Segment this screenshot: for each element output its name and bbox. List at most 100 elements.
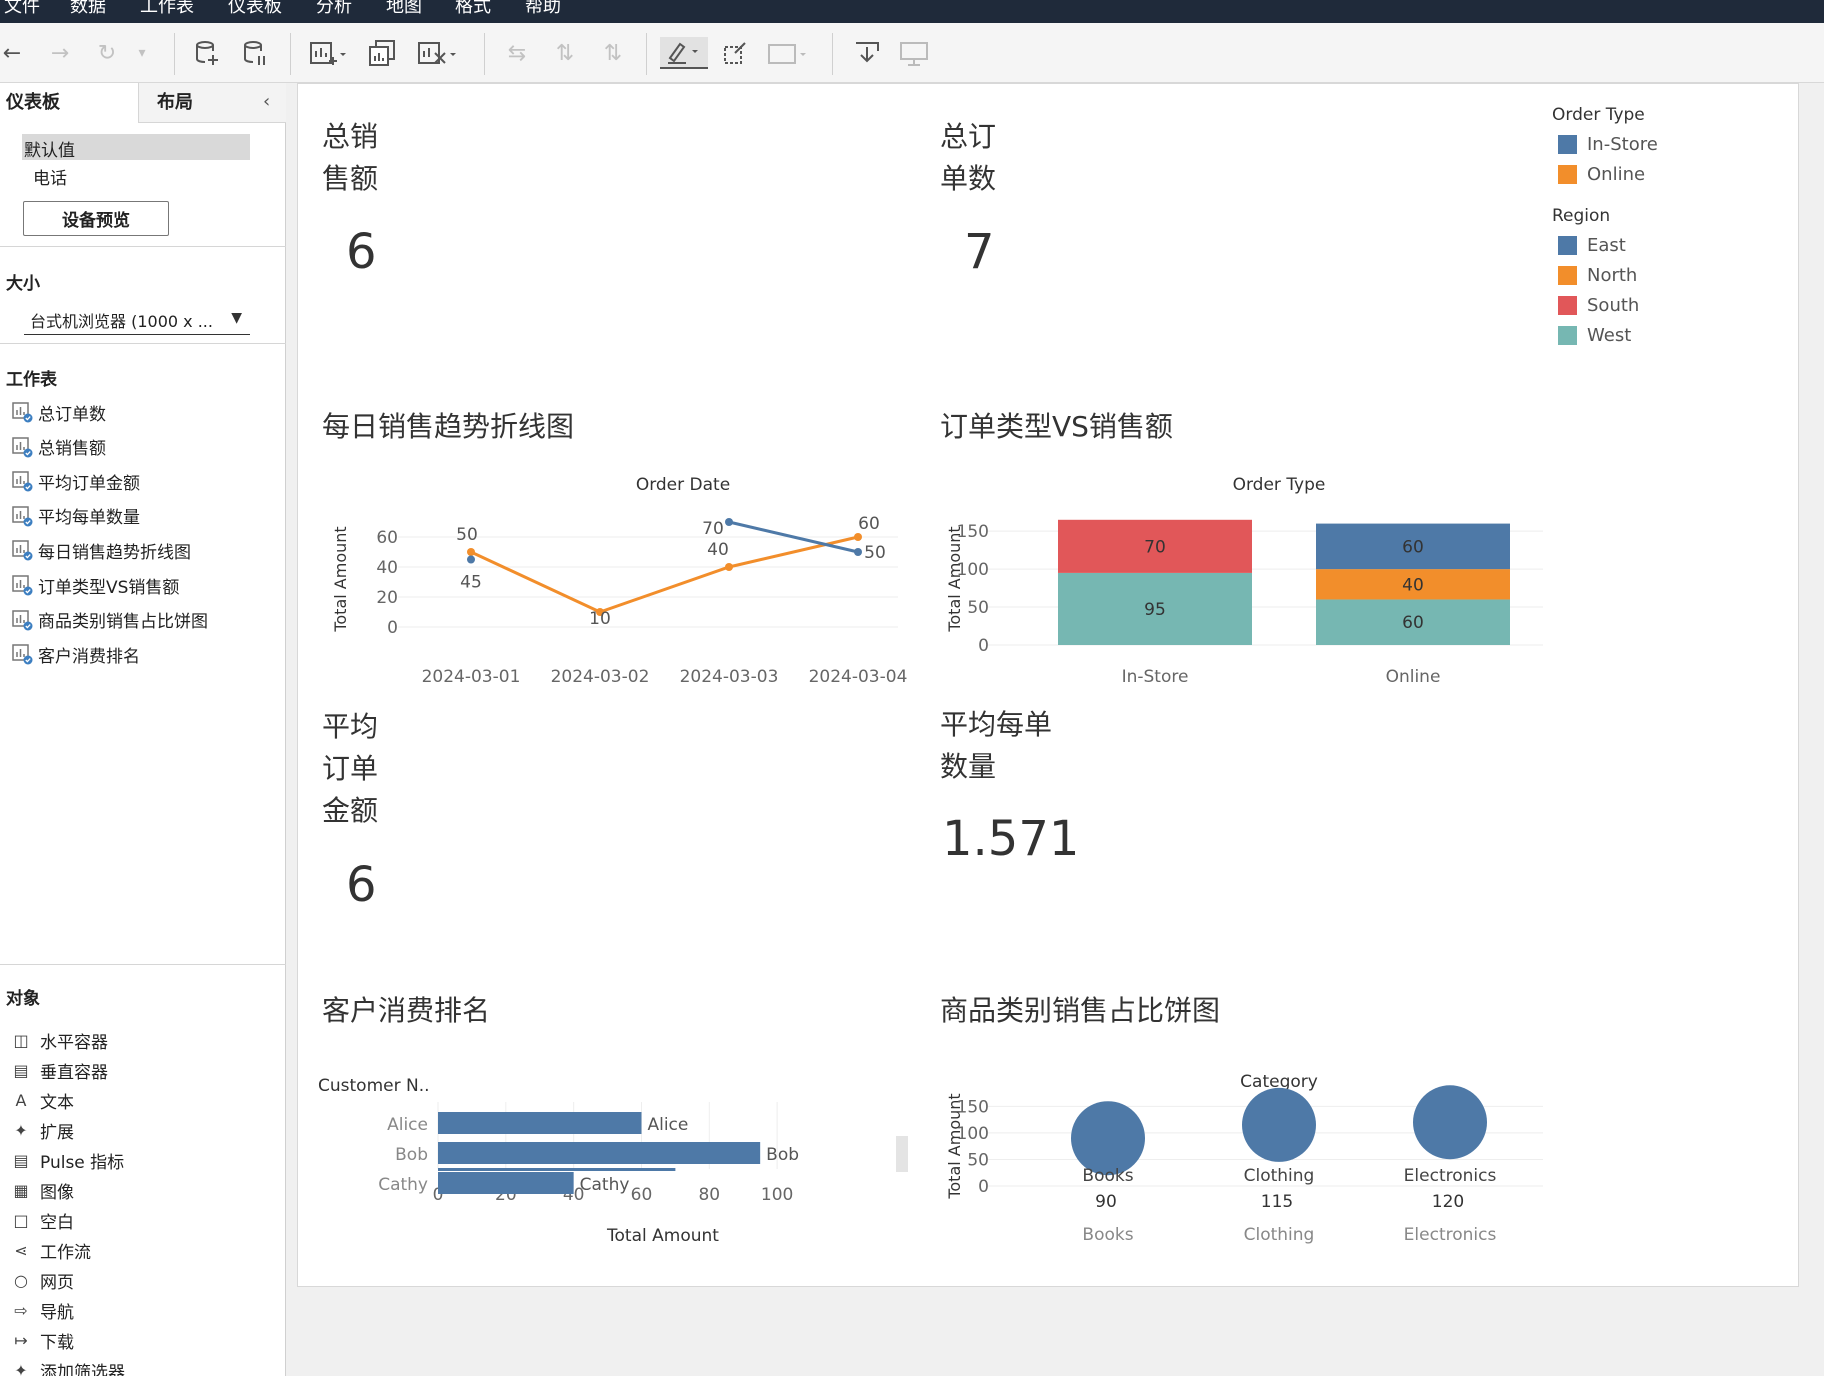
data-label: 70 [702, 519, 724, 539]
object-item[interactable]: ✦ 添加筛选器 [10, 1357, 125, 1376]
clear-sheet-icon[interactable] [416, 37, 460, 69]
data-label: Clothing [1244, 1166, 1315, 1186]
worksheet-icon [12, 609, 33, 631]
menu-format[interactable]: 格式 [455, 0, 491, 18]
object-item[interactable]: ✦ 扩展 [10, 1117, 74, 1143]
object-item[interactable]: ▦ 图像 [10, 1177, 74, 1203]
worksheet-item[interactable]: 平均每单数量 [12, 503, 140, 529]
line-chart-ylabel: Total Amount [331, 526, 350, 632]
size-dropdown[interactable]: 台式机浏览器 (1000 x ... ▼ [24, 305, 250, 335]
collapse-chevron-icon[interactable]: ‹ [263, 91, 270, 112]
new-worksheet-icon[interactable] [308, 37, 348, 69]
device-preview-button[interactable]: 设备预览 [23, 201, 169, 236]
y-tick-label: 150 [957, 1097, 989, 1117]
object-item[interactable]: ▤ Pulse 指标 [10, 1147, 124, 1173]
worksheet-item[interactable]: 订单类型VS销售额 [12, 572, 179, 598]
menu-map[interactable]: 地图 [386, 0, 422, 18]
worksheet-label: 客户消费排名 [38, 646, 140, 667]
object-item[interactable]: ⇨ 导航 [10, 1297, 74, 1323]
group-members-icon[interactable] [720, 37, 750, 69]
data-label: Bob [766, 1145, 799, 1165]
data-label: 40 [1402, 575, 1424, 595]
object-item[interactable]: ▤ 垂直容器 [10, 1057, 108, 1083]
worksheet-icon [12, 644, 33, 665]
menu-help[interactable]: 帮助 [525, 0, 561, 18]
present-download-icon[interactable] [852, 37, 882, 69]
forward-icon[interactable]: → [46, 37, 74, 69]
legend-item-in-store[interactable]: In-Store [1558, 134, 1658, 155]
extension-icon: ✦ [14, 1120, 28, 1140]
object-item[interactable]: □ 空白 [10, 1207, 74, 1233]
tab-dashboard[interactable]: 仪表板 [0, 83, 138, 123]
x-tick-label: 80 [698, 1185, 720, 1205]
bubble-chart[interactable]: CategoryTotal Amount 050100150Books90Book… [918, 1054, 1558, 1254]
legend-item-online[interactable]: Online [1558, 164, 1645, 185]
vertical-container-icon: ▤ [13, 1060, 29, 1080]
bubble [1071, 1101, 1145, 1176]
data-source-pause-icon[interactable] [240, 37, 270, 69]
legend-label: East [1587, 235, 1626, 256]
back-icon[interactable]: ← [0, 37, 24, 69]
tab-layout[interactable]: 布局 ‹ [138, 83, 286, 123]
stacked-bar-header: Order Type [1233, 475, 1326, 495]
show-labels-icon[interactable] [766, 37, 810, 69]
horizontal-bar-chart[interactable]: Customer N..0 20 40 60 80 100Alice AliceBob Bob… [298, 1054, 918, 1254]
highlight-icon[interactable] [660, 37, 708, 69]
y-tick-label: Bob [395, 1145, 428, 1165]
redo-dropdown-icon[interactable]: ▾ [132, 37, 152, 69]
object-item[interactable]: A 文本 [10, 1087, 74, 1113]
object-label: 水平容器 [40, 1032, 108, 1053]
data-label: 115 [1261, 1192, 1293, 1212]
worksheet-item[interactable]: 总订单数 [12, 399, 106, 425]
menu-bar: 文件 数据 工作表 仪表板 分析 地图 格式 帮助 [0, 0, 1824, 23]
y-tick-label: 150 [957, 522, 989, 542]
worksheet-item[interactable]: 每日销售趋势折线图 [12, 537, 191, 563]
object-item[interactable]: ⋖ 工作流 [10, 1237, 91, 1263]
worksheet-item[interactable]: 客户消费排名 [12, 641, 140, 667]
swap-rows-columns-icon[interactable]: ⇆ [502, 37, 532, 69]
redo-icon[interactable]: ↻ [92, 37, 122, 69]
toolbar: ← → ↻ ▾ ⇆ ⇅ ⇅ [0, 23, 1824, 83]
presentation-mode-icon[interactable] [898, 37, 930, 69]
kpi-total-orders-value: 7 [964, 224, 995, 280]
worksheet-label: 平均每单数量 [38, 508, 140, 529]
menu-data[interactable]: 数据 [70, 0, 106, 18]
legend-item-east[interactable]: East [1558, 235, 1626, 256]
stacked-bar-chart[interactable]: Order TypeTotal Amount0501001509570In-St… [918, 454, 1558, 694]
menu-analysis[interactable]: 分析 [316, 0, 352, 18]
sort-descending-icon[interactable]: ⇅ [598, 37, 628, 69]
tab-dashboard-label: 仪表板 [6, 92, 60, 113]
duplicate-sheet-icon[interactable] [366, 37, 400, 69]
stacked-bar-title: 订单类型VS销售额 [940, 410, 1173, 443]
sort-ascending-icon[interactable]: ⇅ [550, 37, 580, 69]
legend-swatch [1558, 236, 1577, 255]
worksheet-item[interactable]: 总销售额 [12, 434, 106, 460]
legend-swatch [1558, 165, 1577, 184]
object-item[interactable]: ↦ 下载 [10, 1327, 74, 1353]
object-label: 扩展 [40, 1122, 74, 1143]
x-tick-label: Electronics [1404, 1225, 1497, 1245]
legend-item-north[interactable]: North [1558, 265, 1637, 286]
device-option-phone[interactable]: 电话 [33, 164, 67, 189]
object-item[interactable]: ◫ 水平容器 [10, 1027, 108, 1053]
kpi-avg-order-amount-title: 平均 订单 金额 [322, 710, 379, 827]
menu-file[interactable]: 文件 [4, 0, 40, 18]
legend-item-south[interactable]: South [1558, 295, 1639, 316]
line-chart[interactable]: Order Date Total Amount 0 20 40 60 2024-03-01 2… [298, 454, 918, 694]
device-option-default[interactable]: 默认值 [22, 134, 250, 161]
worksheet-item[interactable]: 平均订单金额 [12, 468, 140, 494]
data-label: 90 [1095, 1192, 1117, 1212]
y-tick-label: 100 [957, 560, 989, 580]
menu-dashboard[interactable]: 仪表板 [228, 0, 282, 18]
image-icon: ▦ [13, 1180, 29, 1200]
workflow-icon: ⋖ [14, 1240, 28, 1260]
new-data-source-icon[interactable] [192, 37, 222, 69]
legend-item-west[interactable]: West [1558, 325, 1631, 346]
menu-worksheet[interactable]: 工作表 [140, 0, 194, 18]
object-item[interactable]: ○ 网页 [10, 1267, 74, 1293]
data-label: 50 [456, 525, 478, 545]
data-label: Books [1082, 1166, 1133, 1186]
worksheet-item[interactable]: 商品类别销售占比饼图 [12, 607, 208, 633]
object-label: 下载 [40, 1332, 74, 1353]
legend-swatch [1558, 266, 1577, 285]
